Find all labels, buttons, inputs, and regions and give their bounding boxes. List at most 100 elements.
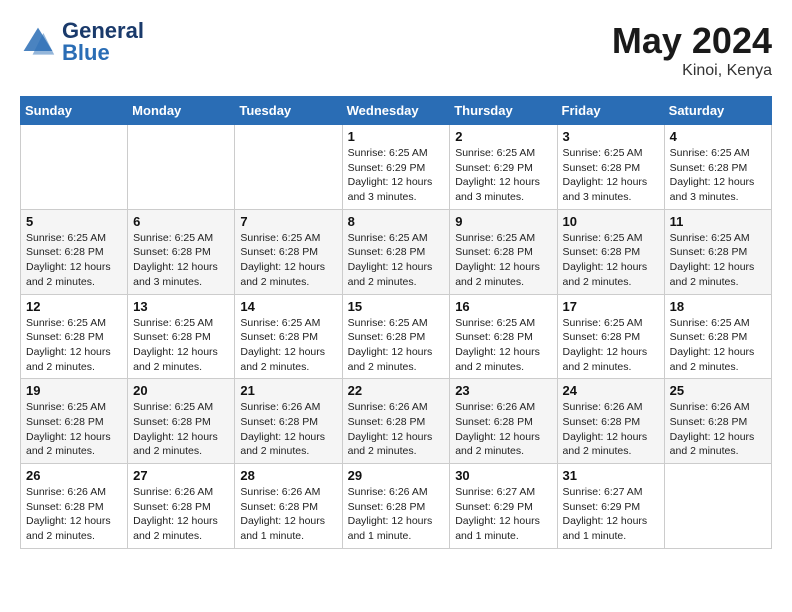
day-number: 3 bbox=[563, 129, 659, 144]
logo-blue: Blue bbox=[62, 40, 110, 65]
day-number: 5 bbox=[26, 214, 122, 229]
day-info: Sunrise: 6:25 AM Sunset: 6:28 PM Dayligh… bbox=[240, 316, 336, 375]
calendar-cell: 31 Sunrise: 6:27 AM Sunset: 6:29 PM Dayli… bbox=[557, 464, 664, 549]
day-number: 30 bbox=[455, 468, 551, 483]
month-year-title: May 2024 bbox=[612, 20, 772, 62]
calendar-cell: 26 Sunrise: 6:26 AM Sunset: 6:28 PM Dayli… bbox=[21, 464, 128, 549]
location-label: Kinoi, Kenya bbox=[612, 62, 772, 80]
day-info: Sunrise: 6:26 AM Sunset: 6:28 PM Dayligh… bbox=[455, 400, 551, 459]
day-info: Sunrise: 6:25 AM Sunset: 6:28 PM Dayligh… bbox=[670, 316, 766, 375]
day-info: Sunrise: 6:25 AM Sunset: 6:28 PM Dayligh… bbox=[26, 316, 122, 375]
day-number: 7 bbox=[240, 214, 336, 229]
day-info: Sunrise: 6:27 AM Sunset: 6:29 PM Dayligh… bbox=[563, 485, 659, 544]
day-number: 10 bbox=[563, 214, 659, 229]
day-info: Sunrise: 6:25 AM Sunset: 6:28 PM Dayligh… bbox=[563, 231, 659, 290]
calendar-cell: 5Sunrise: 6:25 AM Sunset: 6:28 PM Daylig… bbox=[21, 209, 128, 294]
weekday-header-monday: Monday bbox=[128, 97, 235, 125]
day-number: 2 bbox=[455, 129, 551, 144]
calendar-cell: 14 Sunrise: 6:25 AM Sunset: 6:28 PM Dayli… bbox=[235, 294, 342, 379]
calendar-cell: 18 Sunrise: 6:25 AM Sunset: 6:28 PM Dayli… bbox=[664, 294, 771, 379]
day-number: 25 bbox=[670, 383, 766, 398]
day-number: 4 bbox=[670, 129, 766, 144]
logo: General Blue bbox=[20, 20, 144, 64]
day-info: Sunrise: 6:25 AM Sunset: 6:28 PM Dayligh… bbox=[670, 146, 766, 205]
calendar-cell: 19 Sunrise: 6:25 AM Sunset: 6:28 PM Dayli… bbox=[21, 379, 128, 464]
calendar-cell: 1 Sunrise: 6:25 AM Sunset: 6:29 PM Daylig… bbox=[342, 125, 450, 210]
day-info: Sunrise: 6:26 AM Sunset: 6:28 PM Dayligh… bbox=[240, 400, 336, 459]
calendar-table: SundayMondayTuesdayWednesdayThursdayFrid… bbox=[20, 96, 772, 549]
day-number: 8 bbox=[348, 214, 445, 229]
day-number: 27 bbox=[133, 468, 229, 483]
calendar-week-4: 19 Sunrise: 6:25 AM Sunset: 6:28 PM Dayli… bbox=[21, 379, 772, 464]
calendar-cell bbox=[664, 464, 771, 549]
day-info: Sunrise: 6:25 AM Sunset: 6:29 PM Dayligh… bbox=[348, 146, 445, 205]
day-number: 31 bbox=[563, 468, 659, 483]
calendar-cell: 11 Sunrise: 6:25 AM Sunset: 6:28 PM Dayli… bbox=[664, 209, 771, 294]
calendar-cell bbox=[128, 125, 235, 210]
day-number: 26 bbox=[26, 468, 122, 483]
calendar-cell: 16 Sunrise: 6:25 AM Sunset: 6:28 PM Dayli… bbox=[450, 294, 557, 379]
calendar-cell: 17 Sunrise: 6:25 AM Sunset: 6:28 PM Dayli… bbox=[557, 294, 664, 379]
day-number: 19 bbox=[26, 383, 122, 398]
calendar-week-1: 1 Sunrise: 6:25 AM Sunset: 6:29 PM Daylig… bbox=[21, 125, 772, 210]
calendar-cell: 10 Sunrise: 6:25 AM Sunset: 6:28 PM Dayli… bbox=[557, 209, 664, 294]
day-info: Sunrise: 6:25 AM Sunset: 6:28 PM Dayligh… bbox=[348, 231, 445, 290]
weekday-header-tuesday: Tuesday bbox=[235, 97, 342, 125]
day-number: 9 bbox=[455, 214, 551, 229]
calendar-cell: 28 Sunrise: 6:26 AM Sunset: 6:28 PM Dayli… bbox=[235, 464, 342, 549]
day-info: Sunrise: 6:25 AM Sunset: 6:28 PM Dayligh… bbox=[26, 400, 122, 459]
calendar-cell: 6Sunrise: 6:25 AM Sunset: 6:28 PM Daylig… bbox=[128, 209, 235, 294]
day-number: 12 bbox=[26, 299, 122, 314]
calendar-cell: 20Sunrise: 6:25 AM Sunset: 6:28 PM Dayli… bbox=[128, 379, 235, 464]
day-number: 14 bbox=[240, 299, 336, 314]
day-info: Sunrise: 6:26 AM Sunset: 6:28 PM Dayligh… bbox=[348, 400, 445, 459]
day-info: Sunrise: 6:26 AM Sunset: 6:28 PM Dayligh… bbox=[670, 400, 766, 459]
calendar-cell: 13 Sunrise: 6:25 AM Sunset: 6:28 PM Dayli… bbox=[128, 294, 235, 379]
day-info: Sunrise: 6:25 AM Sunset: 6:28 PM Dayligh… bbox=[563, 316, 659, 375]
logo-text-display: General Blue bbox=[62, 20, 144, 64]
weekday-header-friday: Friday bbox=[557, 97, 664, 125]
calendar-cell: 29Sunrise: 6:26 AM Sunset: 6:28 PM Dayli… bbox=[342, 464, 450, 549]
day-number: 28 bbox=[240, 468, 336, 483]
calendar-cell: 3 Sunrise: 6:25 AM Sunset: 6:28 PM Daylig… bbox=[557, 125, 664, 210]
weekday-header-saturday: Saturday bbox=[664, 97, 771, 125]
day-info: Sunrise: 6:25 AM Sunset: 6:28 PM Dayligh… bbox=[240, 231, 336, 290]
day-number: 18 bbox=[670, 299, 766, 314]
logo-icon bbox=[20, 24, 56, 60]
day-number: 15 bbox=[348, 299, 445, 314]
day-info: Sunrise: 6:25 AM Sunset: 6:28 PM Dayligh… bbox=[455, 231, 551, 290]
day-number: 13 bbox=[133, 299, 229, 314]
calendar-week-2: 5 Sunrise: 6:25 AM Sunset: 6:28 PM Daylig… bbox=[21, 209, 772, 294]
calendar-week-5: 26 Sunrise: 6:26 AM Sunset: 6:28 PM Dayli… bbox=[21, 464, 772, 549]
calendar-cell: 25 Sunrise: 6:26 AM Sunset: 6:28 PM Dayli… bbox=[664, 379, 771, 464]
day-info: Sunrise: 6:26 AM Sunset: 6:28 PM Dayligh… bbox=[240, 485, 336, 544]
weekday-header-sunday: Sunday bbox=[21, 97, 128, 125]
day-info: Sunrise: 6:26 AM Sunset: 6:28 PM Dayligh… bbox=[348, 485, 445, 544]
day-number: 21 bbox=[240, 383, 336, 398]
calendar-cell: 12 Sunrise: 6:25 AM Sunset: 6:28 PM Dayli… bbox=[21, 294, 128, 379]
day-info: Sunrise: 6:27 AM Sunset: 6:29 PM Dayligh… bbox=[455, 485, 551, 544]
day-number: 11 bbox=[670, 214, 766, 229]
calendar-cell: 23Sunrise: 6:26 AM Sunset: 6:28 PM Dayli… bbox=[450, 379, 557, 464]
day-info: Sunrise: 6:25 AM Sunset: 6:28 PM Dayligh… bbox=[133, 316, 229, 375]
day-number: 20 bbox=[133, 383, 229, 398]
calendar-week-3: 12 Sunrise: 6:25 AM Sunset: 6:28 PM Dayli… bbox=[21, 294, 772, 379]
title-area: May 2024 Kinoi, Kenya bbox=[612, 20, 772, 80]
day-info: Sunrise: 6:25 AM Sunset: 6:28 PM Dayligh… bbox=[133, 231, 229, 290]
calendar-cell: 24Sunrise: 6:26 AM Sunset: 6:28 PM Dayli… bbox=[557, 379, 664, 464]
calendar-cell: 9 Sunrise: 6:25 AM Sunset: 6:28 PM Daylig… bbox=[450, 209, 557, 294]
weekday-header-thursday: Thursday bbox=[450, 97, 557, 125]
day-number: 1 bbox=[348, 129, 445, 144]
weekday-header-wednesday: Wednesday bbox=[342, 97, 450, 125]
day-info: Sunrise: 6:25 AM Sunset: 6:28 PM Dayligh… bbox=[563, 146, 659, 205]
calendar-cell: 8 Sunrise: 6:25 AM Sunset: 6:28 PM Daylig… bbox=[342, 209, 450, 294]
day-info: Sunrise: 6:25 AM Sunset: 6:28 PM Dayligh… bbox=[455, 316, 551, 375]
calendar-cell: 2Sunrise: 6:25 AM Sunset: 6:29 PM Daylig… bbox=[450, 125, 557, 210]
day-info: Sunrise: 6:26 AM Sunset: 6:28 PM Dayligh… bbox=[26, 485, 122, 544]
day-info: Sunrise: 6:26 AM Sunset: 6:28 PM Dayligh… bbox=[133, 485, 229, 544]
calendar-cell: 27 Sunrise: 6:26 AM Sunset: 6:28 PM Dayli… bbox=[128, 464, 235, 549]
day-number: 16 bbox=[455, 299, 551, 314]
day-info: Sunrise: 6:25 AM Sunset: 6:28 PM Dayligh… bbox=[670, 231, 766, 290]
calendar-cell: 30 Sunrise: 6:27 AM Sunset: 6:29 PM Dayli… bbox=[450, 464, 557, 549]
day-number: 17 bbox=[563, 299, 659, 314]
